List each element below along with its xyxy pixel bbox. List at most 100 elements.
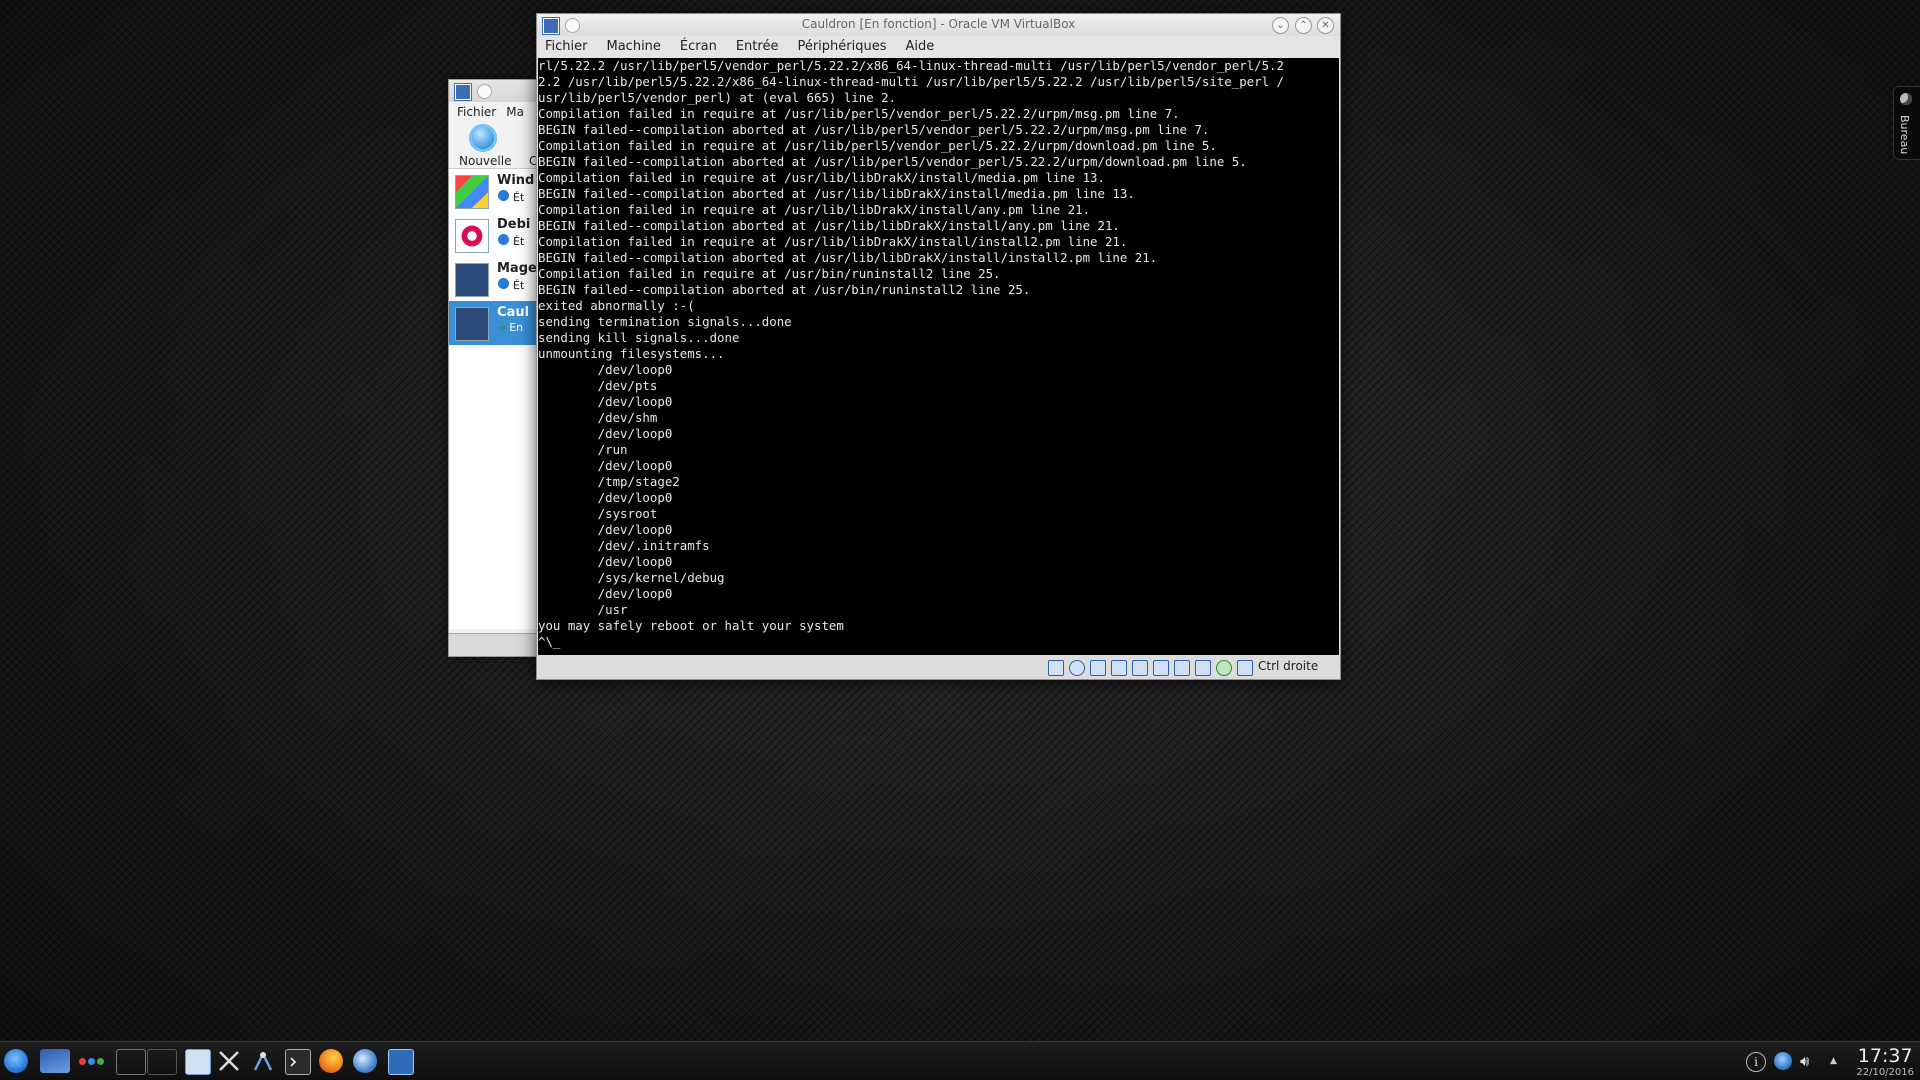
system-settings-icon[interactable] <box>217 1049 241 1073</box>
activity-dot <box>97 1058 104 1065</box>
hard-disk-icon[interactable] <box>1048 660 1064 676</box>
virtualbox-app-icon <box>455 84 471 100</box>
pin-button[interactable] <box>477 84 492 99</box>
mouse-integration-icon[interactable] <box>1237 660 1253 676</box>
pager-desktop-1[interactable] <box>116 1049 146 1075</box>
console-line: /tmp/stage2 <box>538 474 680 489</box>
vm-item-cauldron[interactable]: Caul ➜ En <box>449 301 541 345</box>
console-line: BEGIN failed--compilation aborted at /us… <box>538 218 1120 233</box>
new-vm-icon[interactable] <box>469 124 497 152</box>
vm-state-label: Ét <box>513 235 525 248</box>
powered-off-icon <box>497 277 510 290</box>
vm-name: Debi <box>497 217 531 232</box>
new-vm-button-label[interactable]: Nouvelle <box>459 154 511 168</box>
host-key-label[interactable]: Ctrl droite <box>1258 659 1318 673</box>
console-line: /dev/loop0 <box>538 394 673 409</box>
activities-icon[interactable] <box>77 1049 107 1073</box>
control-center-icon[interactable] <box>251 1049 275 1073</box>
desktop-label: Bureau <box>1898 115 1911 155</box>
cpu-icon[interactable] <box>1216 660 1232 676</box>
info-icon[interactable]: i <box>1746 1052 1766 1072</box>
menu-fichier[interactable]: Fichier <box>457 105 496 119</box>
vm-item-debian[interactable]: Debi Ét <box>449 213 541 257</box>
firefox-icon[interactable] <box>319 1049 343 1073</box>
display-icon[interactable] <box>1153 660 1169 676</box>
guest-console-screen[interactable]: rl/5.22.2 /usr/lib/perl5/vendor_perl/5.2… <box>538 58 1339 655</box>
vm-window[interactable]: Cauldron [En fonction] - Oracle VM Virtu… <box>536 13 1341 680</box>
console-line: Compilation failed in require at /usr/li… <box>538 138 1217 153</box>
activity-dot <box>88 1058 95 1065</box>
console-line: /dev/loop0 <box>538 490 673 505</box>
application-menu-icon[interactable] <box>4 1049 28 1073</box>
manager-bottom-bar <box>449 633 541 656</box>
show-desktop-icon[interactable] <box>40 1049 70 1073</box>
network-icon[interactable] <box>1174 660 1190 676</box>
console-line: /dev/pts <box>538 378 658 393</box>
menu-peripheriques[interactable]: Périphériques <box>797 39 886 54</box>
taskbar: i 🔊︎ ▲ 17:37 22/10/2016 <box>0 1041 1920 1080</box>
desktop-toolbox[interactable]: Bureau <box>1893 86 1920 160</box>
pager-desktop-2[interactable] <box>147 1049 177 1075</box>
vm-list: Wind Ét Debi Ét Mage Ét Caul ➜ En <box>449 168 541 629</box>
console-line: /sys/kernel/debug <box>538 570 725 585</box>
vm-menubar: Fichier Machine Écran Entrée Périphériques Ai… <box>537 36 1340 58</box>
vm-state: ➜ En <box>497 321 523 334</box>
file-manager-icon[interactable] <box>185 1049 211 1075</box>
optical-drive-icon[interactable] <box>1069 660 1085 676</box>
console-line: exited abnormally :-( <box>538 298 695 313</box>
vm-window-titlebar[interactable]: Cauldron [En fonction] - Oracle VM Virtu… <box>537 14 1340 36</box>
console-line: Compilation failed in require at /usr/bi… <box>538 266 1001 281</box>
mageia-icon <box>455 307 489 341</box>
terminal-icon[interactable] <box>285 1049 311 1075</box>
menu-ecran[interactable]: Écran <box>680 39 717 54</box>
menu-fichier[interactable]: Fichier <box>545 39 588 54</box>
vm-item-windows[interactable]: Wind Ét <box>449 169 541 213</box>
thunderbird-icon[interactable] <box>353 1049 377 1073</box>
maximize-icon[interactable]: ⌃ <box>1295 17 1312 34</box>
console-line: sending kill signals...done <box>538 330 740 345</box>
activity-dot <box>79 1058 86 1065</box>
console-line: Compilation failed in require at /usr/li… <box>538 106 1180 121</box>
vm-state-label: En <box>509 321 524 334</box>
console-line: /dev/shm <box>538 410 658 425</box>
debian-icon <box>455 219 489 253</box>
virtualbox-icon[interactable] <box>388 1049 414 1075</box>
close-icon[interactable]: ✕ <box>1317 17 1334 34</box>
manager-titlebar[interactable] <box>449 80 541 102</box>
usb-icon[interactable] <box>1090 660 1106 676</box>
menu-aide[interactable]: Aide <box>906 39 935 54</box>
console-line: BEGIN failed--compilation aborted at /us… <box>538 250 1158 265</box>
windows7-icon <box>455 175 489 209</box>
folder-icon[interactable] <box>1132 660 1148 676</box>
console-line: BEGIN failed--compilation aborted at /us… <box>538 154 1247 169</box>
manager-toolbar: Nouvelle C <box>449 122 541 168</box>
console-line: Compilation failed in require at /usr/li… <box>538 170 1105 185</box>
console-line: BEGIN failed--compilation aborted at /us… <box>538 186 1135 201</box>
vm-state-label: Ét <box>513 191 525 204</box>
console-line: sending termination signals...done <box>538 314 792 329</box>
console-line: 2.2 /usr/lib/perl5/5.22.2/x86_64-linux-t… <box>538 74 1284 89</box>
network-icon[interactable] <box>1774 1052 1792 1070</box>
clock-date: 22/10/2016 <box>1856 1067 1914 1078</box>
vm-name: Mage <box>497 261 537 276</box>
vm-state: Ét <box>497 189 524 204</box>
shared-folders-icon[interactable] <box>1111 660 1127 676</box>
menu-machine[interactable]: Machine <box>607 39 661 54</box>
menu-entree[interactable]: Entrée <box>736 39 779 54</box>
video-capture-icon[interactable] <box>1195 660 1211 676</box>
virtualbox-manager-window[interactable]: Fichier Ma Nouvelle C Wind Ét Debi Ét Mag… <box>448 79 542 657</box>
volume-icon[interactable]: 🔊︎ <box>1800 1052 1826 1070</box>
console-line: /usr <box>538 602 628 617</box>
vm-item-mageia[interactable]: Mage Ét <box>449 257 541 301</box>
console-line: /dev/loop0 <box>538 586 673 601</box>
running-arrow-icon: ➜ <box>497 321 507 334</box>
minimize-icon[interactable]: ⌄ <box>1272 17 1289 34</box>
clock[interactable]: 17:37 22/10/2016 <box>1856 1045 1914 1079</box>
window-title: Cauldron [En fonction] - Oracle VM Virtu… <box>801 17 1076 31</box>
expand-tray-icon[interactable]: ▲ <box>1830 1052 1840 1070</box>
menu-machine-partial[interactable]: Ma <box>506 105 524 119</box>
manager-menubar: Fichier Ma <box>449 102 541 122</box>
vm-name: Wind <box>497 173 535 188</box>
console-line: usr/lib/perl5/vendor_perl) at (eval 665)… <box>538 90 897 105</box>
console-line: /dev/loop0 <box>538 458 673 473</box>
